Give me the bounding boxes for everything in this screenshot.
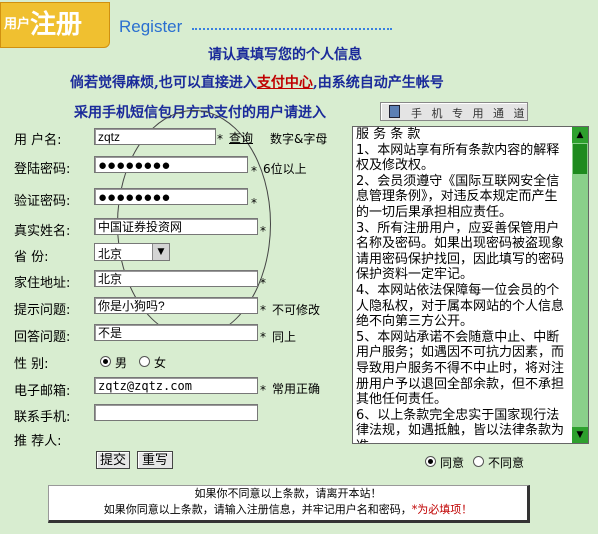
header-dotted-rule — [192, 28, 392, 30]
terms-clause: 5、本网站承诺不会随意中止、中断用户服务；如遇因不可抗力因素，而导致用户服务不得… — [356, 329, 565, 408]
notice-required-hint: *为必填项！ — [411, 503, 473, 516]
required-star: * — [260, 330, 266, 344]
phone-icon — [389, 105, 400, 118]
required-star: * — [260, 276, 266, 290]
terms-clause: 4、本网站依法保障每一位会员的个人隐私权，对于属本网站的个人信息绝不向第三方公开… — [356, 282, 565, 330]
header-english-title: Register — [119, 17, 183, 36]
username-note: 数字&字母 — [270, 132, 328, 146]
agree-radio[interactable] — [425, 456, 436, 467]
realname-input[interactable]: 中国证券投资网 — [94, 218, 258, 235]
required-star: * — [260, 383, 266, 397]
password-label: 登陆密码: — [14, 162, 71, 177]
mobile-channel-button[interactable]: 手 机 专 用 通 道 — [380, 102, 528, 121]
notice-line-2: 如果你同意以上条款，请输入注册信息，并牢记用户名和密码，*为必填项！ — [49, 502, 527, 518]
gender-label: 性 别: — [14, 357, 49, 372]
question-input[interactable]: 你是小狗吗? — [94, 297, 258, 314]
answer-label: 回答问题: — [14, 330, 71, 345]
notice-line-1: 如果你不同意以上条款，请离开本站！ — [194, 487, 382, 500]
terms-scrollbar[interactable]: ▲ ▼ — [572, 127, 588, 443]
email-note: 常用正确 — [272, 382, 321, 396]
terms-clause: 3、所有注册用户，应妥善保管用户名称及密码。如果出现密码被盗现象请用密码保护找回… — [356, 220, 565, 283]
payment-center-link[interactable]: 支付中心 — [257, 75, 313, 91]
terms-text: 服 务 条 款 1、本网站享有所有条款内容的解释权及修改权。 2、会员须遵守《国… — [356, 127, 568, 443]
confirm-password-input[interactable]: ●●●●●●●● — [94, 188, 248, 205]
agree-label: 同意 — [440, 456, 465, 470]
terms-clause: 2、会员须遵守《国际互联网安全信息管理条例》，对违反本规定而产生的一切后果承担相… — [356, 173, 560, 220]
notice-box: 如果你不同意以上条款，请离开本站！ 如果你同意以上条款，请输入注册信息，并牢记用… — [48, 485, 530, 523]
header-title: 注册 — [30, 10, 83, 40]
question-label: 提示问题: — [14, 303, 71, 318]
province-label: 省 份: — [14, 250, 49, 265]
intro-line-2: 倘若觉得麻烦,也可以直接进入支付中心,由系统自动产生帐号 — [70, 72, 444, 92]
intro-line-2-suffix: ,由系统自动产生帐号 — [312, 75, 444, 91]
username-input[interactable]: zqtz — [94, 128, 216, 145]
question-note: 不可修改 — [272, 303, 321, 317]
realname-label: 真实姓名: — [14, 224, 71, 239]
scroll-down-arrow-icon[interactable]: ▼ — [572, 427, 588, 443]
disagree-label: 不同意 — [488, 456, 525, 470]
username-check-link[interactable]: 查询 — [229, 129, 253, 146]
referrer-label: 推 荐人: — [14, 434, 62, 449]
scrollbar-thumb[interactable] — [573, 144, 587, 174]
mobile-input[interactable] — [94, 404, 258, 421]
notice-line-2-text: 如果你同意以上条款，请输入注册信息，并牢记用户名和密码， — [103, 503, 412, 516]
submit-button[interactable]: 提交 — [96, 451, 130, 469]
password-note: 6位以上 — [263, 162, 307, 176]
mobile-channel-label: 手 机 专 用 通 道 — [411, 107, 528, 120]
header-badge-small-text: 用户 — [4, 17, 31, 32]
terms-clause: 6、以上条款完全忠实于国家现行法律法规，如遇抵触，皆以法律条款为准。 — [356, 407, 565, 443]
confirm-password-label: 验证密码: — [14, 194, 71, 209]
province-select[interactable]: 北京 ▼ — [94, 243, 170, 261]
address-label: 家住地址: — [14, 276, 71, 291]
chevron-down-icon[interactable]: ▼ — [152, 244, 169, 260]
disagree-radio[interactable] — [473, 456, 484, 467]
intro-line-1: 请认真填写您的个人信息 — [208, 47, 362, 63]
address-input[interactable]: 北京 — [94, 270, 258, 287]
required-star: * — [260, 303, 266, 317]
password-input[interactable]: ●●●●●●●● — [94, 156, 248, 173]
terms-title: 服 务 条 款 — [356, 127, 421, 142]
reset-button[interactable]: 重写 — [137, 451, 173, 469]
terms-clause: 1、本网站享有所有条款内容的解释权及修改权。 — [356, 142, 560, 174]
gender-male-radio[interactable] — [100, 356, 111, 367]
required-star: * — [251, 164, 257, 178]
email-label: 电子邮箱: — [14, 384, 71, 399]
province-selected-value: 北京 — [98, 247, 123, 261]
gender-female-label: 女 — [154, 356, 167, 370]
answer-note: 同上 — [272, 330, 297, 344]
intro-line-2-prefix: 倘若觉得麻烦,也可以直接进入 — [70, 75, 257, 91]
required-star: * — [251, 196, 257, 210]
username-label: 用 户名: — [14, 133, 62, 148]
scroll-up-arrow-icon[interactable]: ▲ — [572, 127, 588, 143]
gender-male-label: 男 — [115, 356, 128, 370]
terms-textarea[interactable]: 服 务 条 款 1、本网站享有所有条款内容的解释权及修改权。 2、会员须遵守《国… — [352, 126, 589, 444]
required-star: * — [217, 132, 223, 146]
email-input[interactable]: zqtz@zqtz.com — [94, 377, 258, 394]
mobile-label: 联系手机: — [14, 410, 71, 425]
gender-female-radio[interactable] — [139, 356, 150, 367]
required-star: * — [260, 224, 266, 238]
answer-input[interactable]: 不是 — [94, 324, 258, 341]
